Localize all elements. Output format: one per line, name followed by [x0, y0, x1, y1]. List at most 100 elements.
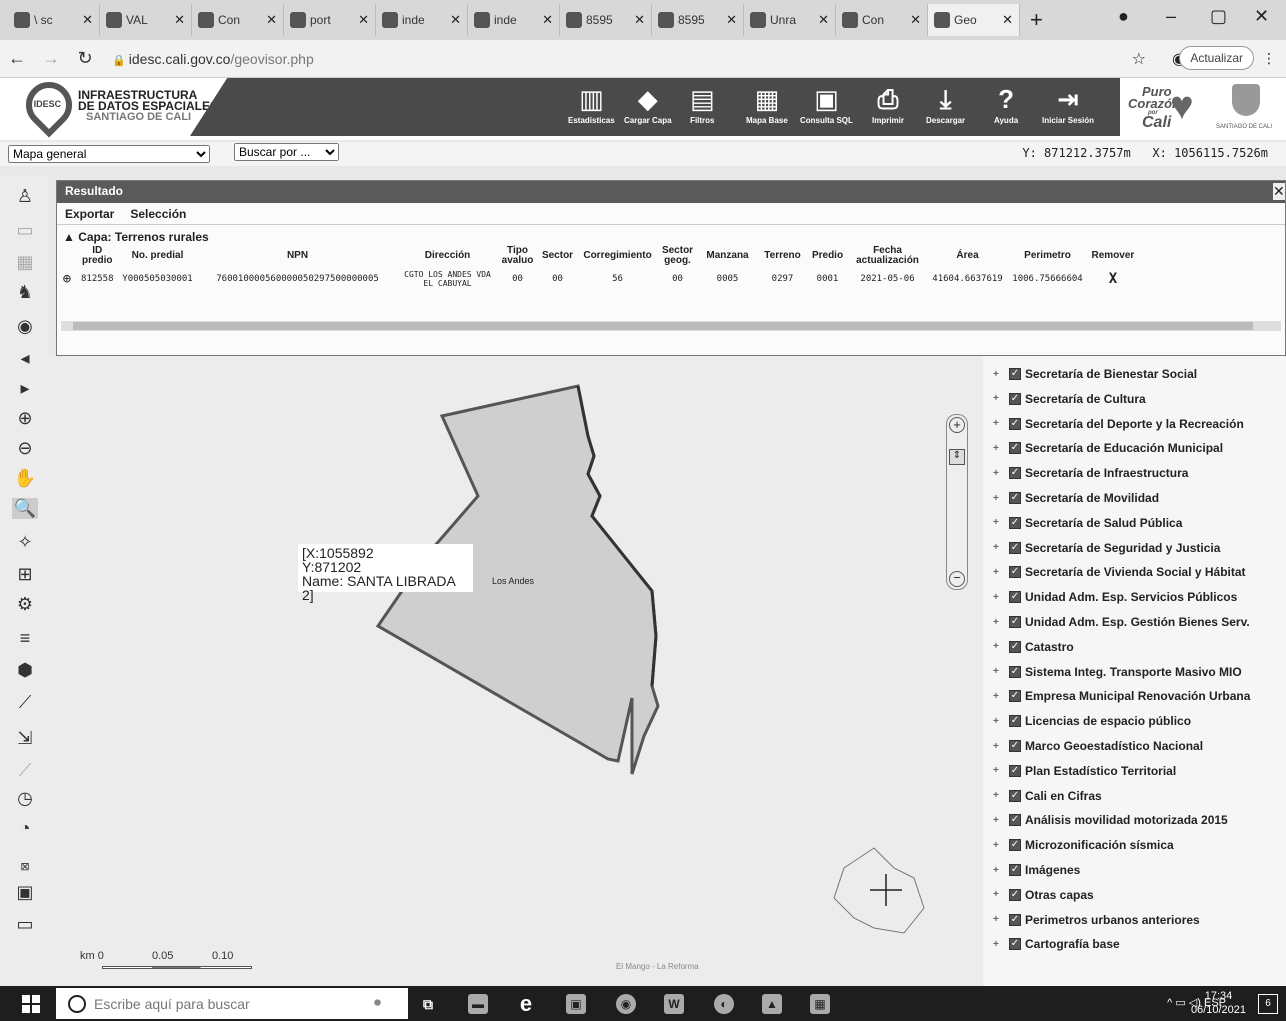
layer-item[interactable]: + ✓ Perimetros urbanos anteriores: [993, 910, 1200, 930]
layer-item[interactable]: + ✓ Secretaría de Vivienda Social y Hábita…: [993, 562, 1246, 582]
microphone-icon[interactable]: ⏺: [374, 994, 381, 1011]
select-tool-icon[interactable]: ✧: [12, 532, 38, 553]
tool-login[interactable]: ⇥ Iniciar Sesión: [1042, 84, 1094, 125]
layer-item[interactable]: + ✓ Secretaría de Bienestar Social: [993, 364, 1197, 384]
route-icon[interactable]: ⚙: [12, 594, 38, 615]
reload-icon[interactable]: ↻: [68, 48, 102, 69]
layer-item[interactable]: + ✓ Marco Geoestadístico Nacional: [993, 736, 1203, 756]
layer-item[interactable]: + ✓ Secretaría de Infraestructura: [993, 463, 1188, 483]
browser-tab[interactable]: Geo ✕: [928, 4, 1020, 36]
tab-close-icon[interactable]: ✕: [726, 12, 737, 28]
overview-icon[interactable]: ▦: [12, 252, 38, 273]
layer-checkbox[interactable]: ✓: [1009, 541, 1021, 554]
expand-icon[interactable]: +: [993, 517, 1003, 528]
expand-icon[interactable]: +: [993, 641, 1003, 652]
next-extent-icon[interactable]: ▸: [12, 378, 38, 399]
layer-item[interactable]: + ✓ Empresa Municipal Renovación Urbana: [993, 686, 1250, 706]
history-icon[interactable]: ◔: [12, 818, 38, 839]
tool-bar-chart[interactable]: ▥ Estadísticas: [568, 84, 615, 125]
profile-icon[interactable]: ●: [1118, 6, 1129, 27]
zoom-in-icon[interactable]: ⊕: [12, 408, 38, 429]
task-view-icon[interactable]: ⧉: [418, 994, 438, 1014]
layer-checkbox[interactable]: ✓: [1009, 814, 1021, 827]
layer-checkbox[interactable]: ✓: [1009, 566, 1021, 579]
edge-icon[interactable]: e: [516, 993, 536, 1015]
layer-checkbox[interactable]: ✓: [1009, 888, 1021, 901]
notification-icon[interactable]: 6: [1258, 994, 1278, 1014]
table-row[interactable]: ⊕ 812558 Y000505030001 76001000056000005029…: [57, 268, 1138, 290]
expand-icon[interactable]: +: [993, 889, 1003, 900]
zoom-plus-icon[interactable]: +: [949, 417, 965, 433]
layer-item[interactable]: + ✓ Secretaría de Cultura: [993, 389, 1146, 409]
line-draw-icon[interactable]: ⟋: [12, 692, 38, 713]
tab-close-icon[interactable]: ✕: [174, 12, 185, 28]
tab-close-icon[interactable]: ✕: [450, 12, 461, 28]
selection-menu[interactable]: Selección: [130, 207, 186, 221]
layer-item[interactable]: + ✓ Cartografía base: [993, 934, 1120, 954]
expand-icon[interactable]: +: [993, 815, 1003, 826]
expand-icon[interactable]: +: [993, 443, 1003, 454]
street-view-person-icon[interactable]: ♙: [12, 186, 38, 207]
taskbar-search[interactable]: Escribe aquí para buscar: [56, 988, 408, 1019]
layer-item[interactable]: + ✓ Imágenes: [993, 860, 1080, 880]
expand-icon[interactable]: +: [993, 939, 1003, 950]
layer-checkbox[interactable]: ✓: [1009, 864, 1021, 876]
tab-close-icon[interactable]: ✕: [910, 12, 921, 28]
map-select[interactable]: Mapa general: [8, 145, 210, 163]
zoom-minus-icon[interactable]: −: [949, 571, 965, 587]
expand-icon[interactable]: +: [993, 567, 1003, 578]
layer-item[interactable]: + ✓ Secretaría de Salud Pública: [993, 513, 1182, 533]
update-button[interactable]: Actualizar: [1179, 46, 1254, 70]
bookmark-star-icon[interactable]: ☆: [1132, 49, 1146, 69]
layer-checkbox[interactable]: ✓: [1009, 913, 1021, 926]
browser-tab[interactable]: Con ✕: [836, 4, 928, 36]
expand-icon[interactable]: +: [993, 468, 1003, 479]
measure-area-icon[interactable]: ⊞: [12, 564, 38, 585]
expand-icon[interactable]: +: [993, 691, 1003, 702]
close-window-button[interactable]: ✕: [1254, 6, 1269, 27]
expand-icon[interactable]: +: [993, 666, 1003, 677]
layer-checkbox[interactable]: ✓: [1009, 665, 1021, 678]
clock[interactable]: 17:34 06/10/2021: [1191, 989, 1246, 1017]
layer-checkbox[interactable]: ✓: [1009, 417, 1021, 430]
remove-record-button[interactable]: X: [1088, 268, 1139, 290]
zoom-out-icon[interactable]: ⊖: [12, 438, 38, 459]
photos-icon[interactable]: ▲: [762, 994, 782, 1014]
layer-item[interactable]: + ✓ Catastro: [993, 637, 1074, 657]
expand-icon[interactable]: +: [993, 716, 1003, 727]
expand-icon[interactable]: +: [993, 790, 1003, 801]
browser-tab[interactable]: VAL ✕: [100, 4, 192, 36]
document-icon[interactable]: ▣: [12, 882, 38, 903]
browser-tab[interactable]: 8595 ✕: [652, 4, 744, 36]
browser-tab[interactable]: port ✕: [284, 4, 376, 36]
layer-checkbox[interactable]: ✓: [1009, 467, 1021, 480]
identify-icon[interactable]: 🔍: [12, 498, 38, 519]
layer-caption[interactable]: ▲ Capa: Terrenos rurales: [57, 225, 1285, 244]
minimize-button[interactable]: –: [1166, 6, 1176, 27]
layer-list-icon[interactable]: ▭: [12, 220, 38, 241]
tab-close-icon[interactable]: ✕: [82, 12, 93, 28]
pan-hand-icon[interactable]: ✋: [12, 468, 38, 489]
layer-checkbox[interactable]: ✓: [1009, 938, 1021, 951]
layer-item[interactable]: + ✓ Análisis movilidad motorizada 2015: [993, 810, 1228, 830]
browser-tab[interactable]: Unra ✕: [744, 4, 836, 36]
layer-checkbox[interactable]: ✓: [1009, 715, 1021, 728]
horizontal-scrollbar[interactable]: [61, 321, 1281, 331]
layers-stack-icon[interactable]: ≡: [12, 628, 38, 649]
tool-download[interactable]: ⤓ Descargar: [926, 84, 965, 125]
menu-kebab-icon[interactable]: ⋮: [1262, 50, 1276, 67]
layer-checkbox[interactable]: ✓: [1009, 616, 1021, 628]
dinosaur-icon[interactable]: ♞: [12, 282, 38, 303]
layer-checkbox[interactable]: ✓: [1009, 392, 1021, 405]
panel-icon[interactable]: ▭: [12, 914, 38, 935]
tab-close-icon[interactable]: ✕: [634, 12, 645, 28]
layer-item[interactable]: + ✓ Secretaría de Movilidad: [993, 488, 1159, 508]
expand-icon[interactable]: +: [993, 765, 1003, 776]
store-icon[interactable]: ▣: [566, 994, 586, 1014]
zoom-slider[interactable]: + ⇕ −: [946, 414, 968, 590]
zoom-extent-icon[interactable]: ◉: [12, 316, 38, 337]
browser-tab[interactable]: 8595 ✕: [560, 4, 652, 36]
new-tab-button[interactable]: +: [1030, 7, 1043, 33]
app-icon[interactable]: ◐: [714, 994, 734, 1014]
layer-checkbox[interactable]: ✓: [1009, 640, 1021, 653]
